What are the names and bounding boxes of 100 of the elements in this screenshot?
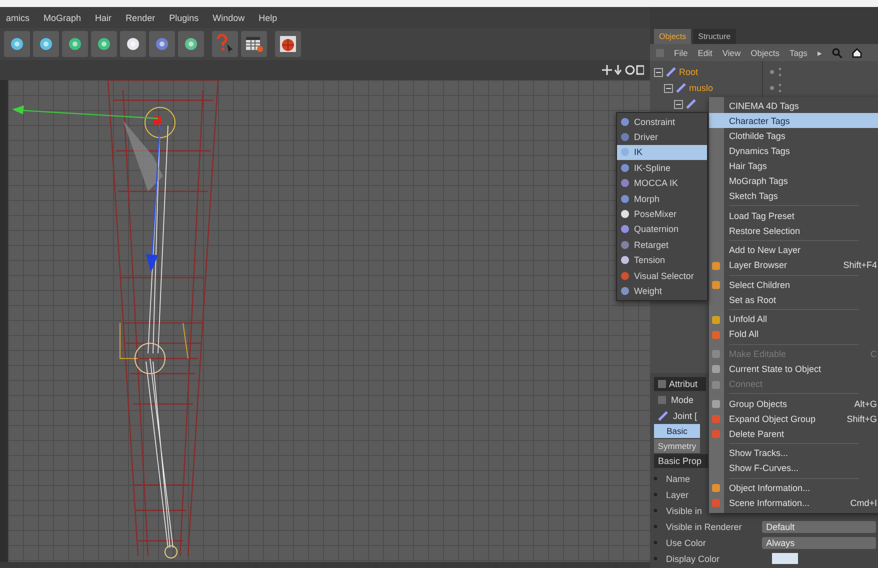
tag-icon	[620, 194, 630, 204]
expand-icon[interactable]	[674, 100, 683, 108]
submenu-item[interactable]: Quaternion	[617, 222, 707, 238]
square-icon	[658, 380, 666, 388]
color-swatch[interactable]	[772, 553, 798, 564]
property-label: Display Color	[666, 554, 720, 564]
context-menu-item[interactable]: Load Tag Preset	[709, 208, 878, 224]
context-menu-item[interactable]: Clothilde Tags	[709, 128, 878, 144]
menu-item[interactable]: File	[674, 48, 688, 58]
toolbar-button[interactable]	[149, 31, 175, 57]
menu-item[interactable]: View	[722, 48, 741, 58]
menu-item[interactable]: Window	[212, 12, 245, 22]
navigation-icons[interactable]	[602, 65, 644, 75]
submenu-item[interactable]: IK-Spline	[617, 160, 707, 176]
menu-item[interactable]: amics	[6, 12, 30, 22]
menu-item[interactable]: Hair	[95, 12, 112, 22]
context-menu-item[interactable]: Expand Object Group Shift+G	[709, 411, 878, 426]
tag-icon	[620, 178, 630, 188]
menu-item[interactable]: Help	[258, 12, 278, 22]
tool-icon	[66, 35, 84, 53]
property-label: Visible in	[666, 506, 702, 516]
context-menu-item[interactable]: Show F-Curves...	[709, 460, 878, 476]
mode-label[interactable]: Mode	[671, 394, 694, 404]
toolbar-button[interactable]	[241, 31, 267, 57]
toolbar-button[interactable]	[178, 31, 204, 57]
search-icon[interactable]	[832, 48, 842, 58]
context-menu-item[interactable]: Add to New Layer	[709, 242, 878, 258]
context-menu-item[interactable]: CINEMA 4D Tags	[709, 98, 878, 114]
attribute-tab[interactable]: Basic	[654, 424, 700, 438]
context-menu-item[interactable]: Show Tracks...	[709, 446, 878, 461]
tag-icon	[620, 132, 630, 142]
context-menu-item[interactable]: Object Information...	[709, 480, 878, 496]
context-menu-item[interactable]: Group Objects Alt+G	[709, 396, 878, 412]
tag-icon	[620, 240, 630, 250]
tag-icon	[620, 209, 630, 220]
submenu-item[interactable]: Retarget	[617, 237, 707, 253]
panel-tab[interactable]: Structure	[693, 29, 736, 44]
tag-icon	[620, 270, 630, 281]
object-name[interactable]: Root	[679, 67, 698, 77]
shortcut-label: Shift+F4	[843, 260, 877, 270]
toolbar-button[interactable]	[62, 31, 88, 57]
submenu-item[interactable]: Constraint	[617, 114, 707, 130]
toolbar-button[interactable]	[120, 31, 146, 57]
context-menu-item[interactable]: Hair Tags	[709, 158, 878, 174]
context-menu-item[interactable]: Delete Parent	[709, 426, 878, 442]
context-menu-item[interactable]: Scene Information... Cmd+I	[709, 495, 878, 510]
tag-icon	[620, 116, 630, 127]
toolbar-button[interactable]	[33, 31, 59, 57]
toolbar-button[interactable]	[91, 31, 117, 57]
tag-icon	[620, 162, 630, 173]
shortcut-label: Alt+G	[854, 398, 877, 409]
context-menu-item[interactable]: Restore Selection	[709, 223, 878, 238]
submenu-item[interactable]: Driver	[617, 129, 707, 145]
submenu-item[interactable]: Tension	[617, 252, 707, 268]
context-menu-item[interactable]: Unfold All	[709, 312, 878, 327]
context-menu-item[interactable]: MoGraph Tags	[709, 173, 878, 189]
submenu-item[interactable]: Visual Selector	[617, 268, 707, 284]
context-menu-item[interactable]: Set as Root	[709, 292, 878, 308]
expand-icon[interactable]	[654, 68, 663, 76]
menu-item[interactable]: Edit	[698, 48, 712, 58]
context-menu-item[interactable]: Fold All	[709, 326, 878, 342]
object-name[interactable]: muslo	[689, 83, 714, 93]
dropdown-field[interactable]: Default	[762, 520, 876, 532]
submenu-item[interactable]: MOCCA IK	[617, 176, 707, 191]
dropdown-field[interactable]: Always	[762, 536, 876, 548]
shortcut-label: Shift+G	[846, 414, 877, 424]
context-menu-item[interactable]: Sketch Tags	[709, 188, 878, 204]
shortcut-label: Cmd+I	[850, 498, 877, 508]
render-button[interactable]	[275, 31, 301, 57]
property-label: Layer	[666, 490, 689, 500]
context-menu-item[interactable]: Character Tags	[709, 113, 878, 128]
menu-item[interactable]: ▸	[817, 48, 822, 58]
table-icon	[244, 34, 264, 54]
menu-item[interactable]: Tags	[789, 48, 808, 58]
toolbar-button[interactable]	[4, 31, 30, 57]
tool-icon	[124, 35, 142, 53]
question-cursor-icon	[215, 34, 235, 54]
expand-icon[interactable]	[664, 84, 673, 92]
tag-icon	[620, 286, 630, 296]
home-icon[interactable]	[852, 48, 862, 58]
attribute-tab[interactable]: Symmetry	[654, 439, 700, 453]
property-label: Name	[666, 474, 690, 484]
menu-item[interactable]: Objects	[750, 48, 780, 58]
menu-item[interactable]: Plugins	[169, 12, 199, 22]
context-menu-item[interactable]: Select Children	[709, 277, 878, 292]
submenu-item[interactable]: Weight	[617, 283, 707, 299]
tool-icon	[8, 35, 26, 53]
context-menu-item[interactable]: Current State to Object	[709, 361, 878, 377]
submenu-item[interactable]: PoseMixer	[617, 206, 707, 222]
section-header: Basic Prop	[654, 454, 708, 468]
submenu-item[interactable]: Morph	[617, 190, 707, 206]
submenu-item[interactable]: IK	[617, 144, 707, 160]
render-icon	[278, 34, 298, 54]
context-menu-item[interactable]: Dynamics Tags	[709, 143, 878, 158]
menu-item[interactable]: MoGraph	[44, 12, 82, 22]
property-label: Visible in Renderer	[666, 522, 742, 532]
tool-icon	[153, 35, 171, 53]
context-menu-item[interactable]: Layer Browser Shift+F4	[709, 258, 878, 273]
tag-icon	[620, 147, 630, 158]
menu-item[interactable]: Render	[126, 12, 156, 22]
